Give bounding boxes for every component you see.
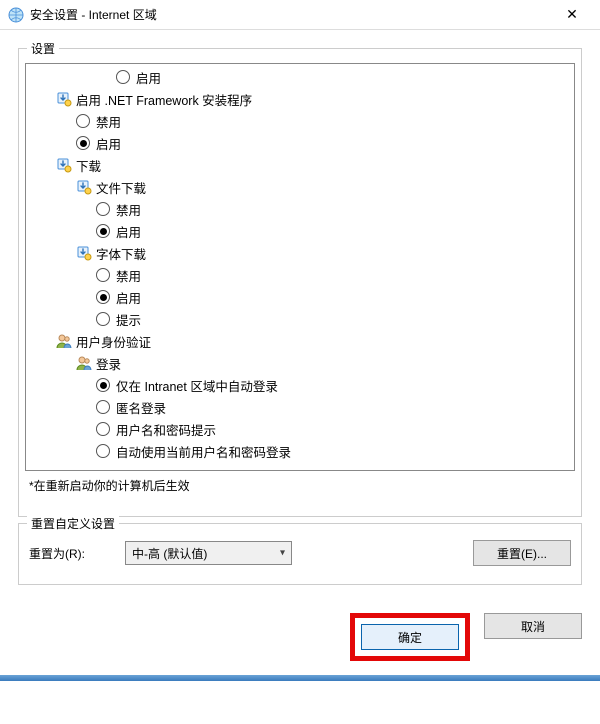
radio-icon (96, 268, 110, 282)
reset-button[interactable]: 重置(E)... (473, 540, 571, 566)
tree-radio-label: 自动使用当前用户名和密码登录 (116, 442, 291, 461)
radio-icon (96, 312, 110, 326)
tree-radio-option[interactable]: 禁用 (26, 264, 574, 286)
tree-radio-option[interactable]: 用户名和密码提示 (26, 418, 574, 440)
dialog-footer: 确定 取消 (0, 613, 600, 675)
tree-radio-label: 启用 (96, 134, 121, 153)
taskbar-strip (0, 675, 600, 681)
radio-icon (96, 444, 110, 458)
font-download-icon (76, 245, 92, 261)
ok-highlight-box: 确定 (350, 613, 470, 661)
user-auth-icon (56, 333, 72, 349)
settings-legend: 设置 (27, 40, 59, 57)
tree-radio-label: 禁用 (116, 266, 141, 285)
radio-icon (96, 378, 110, 392)
tree-category-label: 字体下载 (96, 244, 146, 263)
radio-icon (76, 136, 90, 150)
radio-icon (76, 114, 90, 128)
net-icon (56, 91, 72, 107)
tree-radio-label: 仅在 Intranet 区域中自动登录 (116, 376, 278, 395)
tree-category-label: 文件下载 (96, 178, 146, 197)
tree-category-label: 用户身份验证 (76, 332, 151, 351)
close-button[interactable]: ✕ (552, 1, 592, 29)
titlebar: 安全设置 - Internet 区域 ✕ (0, 0, 600, 30)
tree-radio-label: 启用 (116, 222, 141, 241)
tree-category-label: 登录 (96, 354, 121, 373)
reset-groupbox: 重置自定义设置 重置为(R): 中-高 (默认值) ▾ 重置(E)... (18, 523, 582, 585)
tree-category: 登录 (26, 352, 574, 374)
radio-icon (116, 70, 130, 84)
tree-radio-option[interactable]: 匿名登录 (26, 396, 574, 418)
tree-category: 用户身份验证 (26, 330, 574, 352)
tree-radio-option[interactable]: 启用 (26, 286, 574, 308)
login-icon (76, 355, 92, 371)
tree-category: 字体下载 (26, 242, 574, 264)
reset-legend: 重置自定义设置 (27, 515, 119, 532)
file-download-icon (76, 179, 92, 195)
radio-icon (96, 400, 110, 414)
tree-category: 启用 .NET Framework 安装程序 (26, 88, 574, 110)
tree-radio-label: 提示 (116, 310, 141, 329)
restart-note: *在重新启动你的计算机后生效 (29, 477, 575, 494)
settings-tree[interactable]: 启用启用 .NET Framework 安装程序禁用启用下载文件下载禁用启用字体… (25, 63, 575, 471)
tree-radio-option[interactable]: 启用 (26, 220, 574, 242)
tree-category-label: 下载 (76, 156, 101, 175)
tree-radio-label: 用户名和密码提示 (116, 420, 216, 439)
tree-radio-label: 禁用 (116, 200, 141, 219)
reset-level-combobox[interactable]: 中-高 (默认值) ▾ (125, 541, 292, 565)
ok-button[interactable]: 确定 (361, 624, 459, 650)
tree-radio-label: 禁用 (96, 112, 121, 131)
tree-radio-option[interactable]: 启用 (26, 132, 574, 154)
tree-radio-label: 启用 (136, 68, 161, 87)
dialog-content: 设置 启用启用 .NET Framework 安装程序禁用启用下载文件下载禁用启… (0, 30, 600, 613)
combo-value: 中-高 (默认值) (132, 545, 207, 562)
tree-radio-option[interactable]: 禁用 (26, 198, 574, 220)
tree-radio-option[interactable]: 启用 (26, 66, 574, 88)
tree-radio-label: 匿名登录 (116, 398, 166, 417)
tree-radio-option[interactable]: 仅在 Intranet 区域中自动登录 (26, 374, 574, 396)
radio-icon (96, 224, 110, 238)
radio-icon (96, 422, 110, 436)
cancel-button[interactable]: 取消 (484, 613, 582, 639)
tree-radio-option[interactable]: 自动使用当前用户名和密码登录 (26, 440, 574, 462)
tree-radio-option[interactable]: 提示 (26, 308, 574, 330)
tree-radio-option[interactable]: 禁用 (26, 110, 574, 132)
radio-icon (96, 202, 110, 216)
tree-category: 文件下载 (26, 176, 574, 198)
tree-category-label: 启用 .NET Framework 安装程序 (76, 90, 252, 109)
settings-groupbox: 设置 启用启用 .NET Framework 安装程序禁用启用下载文件下载禁用启… (18, 48, 582, 517)
window-title: 安全设置 - Internet 区域 (30, 6, 552, 23)
chevron-down-icon: ▾ (280, 548, 285, 559)
download-icon (56, 157, 72, 173)
reset-to-label: 重置为(R): (29, 545, 111, 562)
radio-icon (96, 290, 110, 304)
window-globe-icon (8, 7, 24, 23)
tree-category: 下载 (26, 154, 574, 176)
tree-radio-label: 启用 (116, 288, 141, 307)
